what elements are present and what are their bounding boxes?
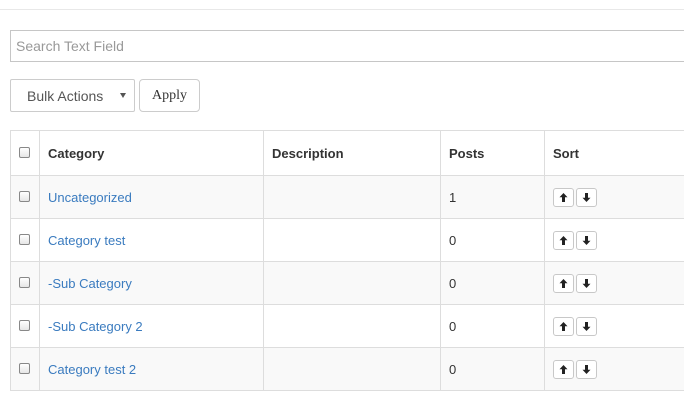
category-cell: Uncategorized xyxy=(39,175,264,219)
sort-cell xyxy=(544,304,684,348)
move-up-button[interactable] xyxy=(553,273,574,293)
category-link[interactable]: Category test xyxy=(48,233,125,248)
category-link[interactable]: -Sub Category 2 xyxy=(48,319,143,334)
move-down-button[interactable] xyxy=(576,359,597,379)
table-row: Category test 2 0 xyxy=(10,347,684,391)
move-down-button[interactable] xyxy=(576,273,597,293)
category-cell: -Sub Category xyxy=(39,261,264,305)
category-link[interactable]: Uncategorized xyxy=(48,190,132,205)
description-cell xyxy=(263,261,441,305)
row-select-cell xyxy=(10,304,40,348)
posts-cell: 0 xyxy=(440,304,545,348)
column-header-posts[interactable]: Posts xyxy=(440,130,545,176)
move-up-button[interactable] xyxy=(553,187,574,207)
table-row: Category test 0 xyxy=(10,218,684,262)
sort-cell xyxy=(544,347,684,391)
row-checkbox[interactable] xyxy=(19,233,30,245)
posts-cell: 0 xyxy=(440,261,545,305)
select-all-checkbox[interactable] xyxy=(19,146,30,158)
table-header-row: Category Description Posts Sort xyxy=(10,130,684,176)
category-table: Category Description Posts Sort Uncatego… xyxy=(10,130,684,391)
row-checkbox[interactable] xyxy=(19,190,30,202)
move-down-button[interactable] xyxy=(576,316,597,336)
move-up-button[interactable] xyxy=(553,359,574,379)
column-header-description[interactable]: Description xyxy=(263,130,441,176)
apply-button[interactable]: Apply xyxy=(139,79,200,112)
row-checkbox[interactable] xyxy=(19,319,30,331)
description-cell xyxy=(263,347,441,391)
move-up-button[interactable] xyxy=(553,230,574,250)
search-input[interactable] xyxy=(10,30,684,62)
table-row: Uncategorized 1 xyxy=(10,175,684,219)
top-divider xyxy=(0,9,684,10)
row-select-cell xyxy=(10,175,40,219)
posts-cell: 0 xyxy=(440,347,545,391)
move-down-button[interactable] xyxy=(576,187,597,207)
move-down-button[interactable] xyxy=(576,230,597,250)
description-cell xyxy=(263,218,441,262)
row-checkbox[interactable] xyxy=(19,362,30,374)
description-cell xyxy=(263,304,441,348)
column-header-sort: Sort xyxy=(544,130,684,176)
row-select-cell xyxy=(10,218,40,262)
sort-cell xyxy=(544,175,684,219)
posts-cell: 0 xyxy=(440,218,545,262)
table-row: -Sub Category 2 0 xyxy=(10,304,684,348)
caret-down-icon xyxy=(120,93,126,98)
column-header-category[interactable]: Category xyxy=(39,130,264,176)
row-select-cell xyxy=(10,347,40,391)
category-cell: Category test 2 xyxy=(39,347,264,391)
table-row: -Sub Category 0 xyxy=(10,261,684,305)
move-up-button[interactable] xyxy=(553,316,574,336)
category-link[interactable]: -Sub Category xyxy=(48,276,132,291)
category-cell: Category test xyxy=(39,218,264,262)
sort-cell xyxy=(544,261,684,305)
sort-cell xyxy=(544,218,684,262)
row-select-cell xyxy=(10,261,40,305)
posts-cell: 1 xyxy=(440,175,545,219)
select-all-cell xyxy=(10,130,40,176)
bulk-actions-select[interactable]: Bulk Actions xyxy=(10,79,135,112)
row-checkbox[interactable] xyxy=(19,276,30,288)
description-cell xyxy=(263,175,441,219)
category-link[interactable]: Category test 2 xyxy=(48,362,136,377)
bulk-actions-label: Bulk Actions xyxy=(27,88,104,104)
category-cell: -Sub Category 2 xyxy=(39,304,264,348)
